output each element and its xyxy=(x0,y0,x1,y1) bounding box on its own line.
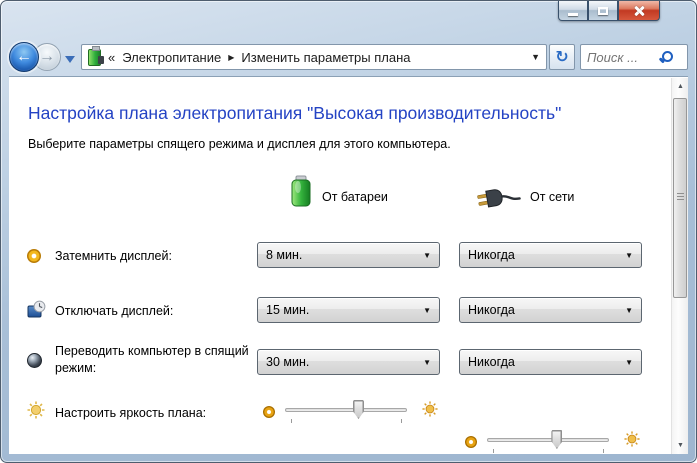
setting-row-brightness: Настроить яркость плана: xyxy=(9,397,673,441)
recent-pages-chevron-icon[interactable] xyxy=(65,56,75,63)
turn-off-display-plugged-in-select[interactable]: Никогда ▼ xyxy=(459,297,642,323)
brightness-low-icon xyxy=(465,436,477,448)
column-header-on-battery: От батареи xyxy=(322,190,388,204)
setting-label: Переводить компьютер в спящий режим: xyxy=(55,343,253,377)
sleep-plugged-in-select[interactable]: Никогда ▼ xyxy=(459,349,642,375)
chevron-down-icon: ▼ xyxy=(423,251,431,260)
sleep-icon xyxy=(27,353,42,368)
battery-icon xyxy=(288,175,314,213)
setting-label: Настроить яркость плана: xyxy=(55,405,253,422)
chevron-down-icon: ▼ xyxy=(423,306,431,315)
selected-value: 8 мин. xyxy=(266,248,302,262)
scrollbar-thumb[interactable] xyxy=(673,98,687,298)
maximize-button[interactable] xyxy=(588,1,618,21)
plan-settings-page: Настройка плана электропитания "Высокая … xyxy=(9,76,688,454)
slider-track[interactable] xyxy=(487,438,609,442)
selected-value: Никогда xyxy=(468,355,515,369)
caption-buttons xyxy=(558,1,660,21)
slider-tick xyxy=(603,449,604,453)
refresh-button[interactable]: ↻ xyxy=(549,44,575,70)
slider-tick xyxy=(493,449,494,453)
turn-off-display-on-battery-select[interactable]: 15 мин. ▼ xyxy=(257,297,440,323)
address-bar[interactable]: « Электропитание ▶ Изменить параметры пл… xyxy=(81,44,547,70)
dim-display-on-battery-select[interactable]: 8 мин. ▼ xyxy=(257,242,440,268)
selected-value: Никогда xyxy=(468,303,515,317)
selected-value: Никогда xyxy=(468,248,515,262)
scroll-down-button[interactable]: ▼ xyxy=(672,437,689,454)
turn-off-display-icon xyxy=(27,300,46,324)
chevron-down-icon: ▼ xyxy=(625,251,633,260)
brightness-on-battery-slider xyxy=(257,397,440,427)
minimize-button[interactable] xyxy=(558,1,588,21)
slider-thumb[interactable] xyxy=(353,400,364,419)
setting-row-dim-display: Затемнить дисплей: 8 мин. ▼ Никогда ▼ xyxy=(9,242,673,286)
brightness-low-icon xyxy=(263,406,275,418)
brightness-high-icon xyxy=(624,431,640,452)
setting-label: Отключать дисплей: xyxy=(55,303,253,320)
scrollbar-grip-icon xyxy=(677,193,684,201)
breadcrumb-item-power[interactable]: Электропитание xyxy=(122,50,221,65)
brightness-high-icon xyxy=(422,401,438,422)
brightness-icon xyxy=(27,401,45,424)
breadcrumb-separator-icon[interactable]: ▶ xyxy=(228,53,234,62)
sleep-on-battery-select[interactable]: 30 мин. ▼ xyxy=(257,349,440,375)
explorer-window: ← → « Электропитание ▶ Изменить параметр… xyxy=(0,0,697,463)
address-dropdown-icon[interactable]: ▼ xyxy=(531,52,540,62)
slider-tick xyxy=(291,419,292,423)
close-icon xyxy=(633,5,645,17)
vertical-scrollbar[interactable]: ▲ ▼ xyxy=(671,78,688,454)
column-header-plugged-in: От сети xyxy=(530,190,574,204)
maximize-icon xyxy=(598,7,608,15)
brightness-plugged-in-slider xyxy=(459,427,642,457)
plug-icon xyxy=(477,185,521,214)
slider-thumb[interactable] xyxy=(551,430,562,449)
slider-tick xyxy=(401,419,402,423)
scroll-up-button[interactable]: ▲ xyxy=(672,78,689,95)
power-options-icon xyxy=(88,49,101,66)
refresh-icon: ↻ xyxy=(555,47,568,67)
setting-row-sleep: Переводить компьютер в спящий режим: 30 … xyxy=(9,343,673,387)
dim-display-icon xyxy=(27,249,41,263)
minimize-icon xyxy=(568,13,578,16)
selected-value: 15 мин. xyxy=(266,303,309,317)
page-title: Настройка плана электропитания "Высокая … xyxy=(28,103,561,124)
slider-track[interactable] xyxy=(285,408,407,412)
page-subtitle: Выберите параметры спящего режима и дисп… xyxy=(28,137,451,151)
setting-label: Затемнить дисплей: xyxy=(55,248,253,265)
chevron-down-icon: ▼ xyxy=(423,358,431,367)
search-input[interactable] xyxy=(587,50,659,65)
back-button[interactable]: ← xyxy=(9,42,39,72)
breadcrumb-overflow[interactable]: « xyxy=(108,50,115,65)
chevron-down-icon: ▼ xyxy=(625,306,633,315)
selected-value: 30 мин. xyxy=(266,355,309,369)
setting-row-turn-off-display: Отключать дисплей: 15 мин. ▼ Никогда ▼ xyxy=(9,297,673,341)
breadcrumb-item-edit-plan[interactable]: Изменить параметры плана xyxy=(241,50,410,65)
close-button[interactable] xyxy=(618,1,660,21)
dim-display-plugged-in-select[interactable]: Никогда ▼ xyxy=(459,242,642,268)
search-icon[interactable] xyxy=(659,51,671,63)
chevron-down-icon: ▼ xyxy=(625,358,633,367)
search-box[interactable] xyxy=(580,44,688,70)
back-arrow-icon: ← xyxy=(16,48,32,66)
navigation-bar: ← → « Электропитание ▶ Изменить параметр… xyxy=(9,39,688,75)
forward-arrow-icon: → xyxy=(39,48,55,66)
